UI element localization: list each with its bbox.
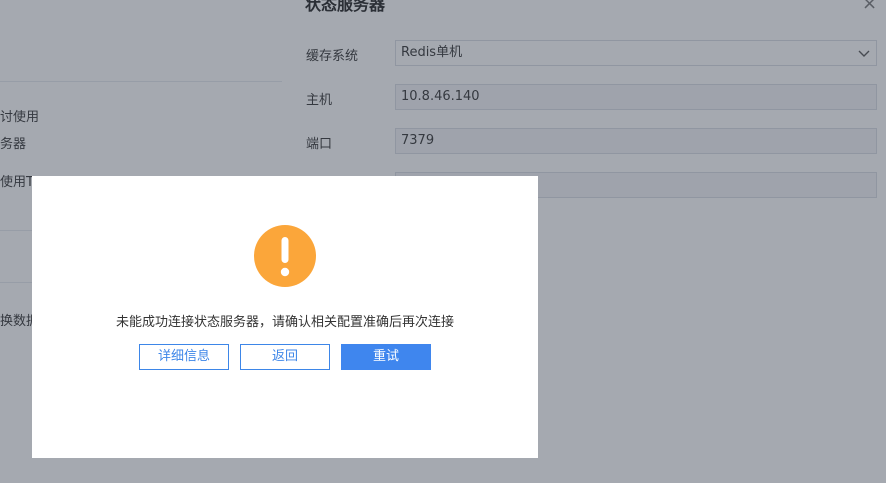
details-button[interactable]: 详细信息 (139, 344, 229, 370)
back-button[interactable]: 返回 (240, 344, 330, 370)
connection-error-dialog: 未能成功连接状态服务器，请确认相关配置准确后再次连接 详细信息 返回 重试 (32, 176, 538, 458)
warning-icon (254, 225, 316, 287)
error-message: 未能成功连接状态服务器，请确认相关配置准确后再次连接 (115, 315, 454, 330)
retry-button[interactable]: 重试 (341, 344, 431, 370)
